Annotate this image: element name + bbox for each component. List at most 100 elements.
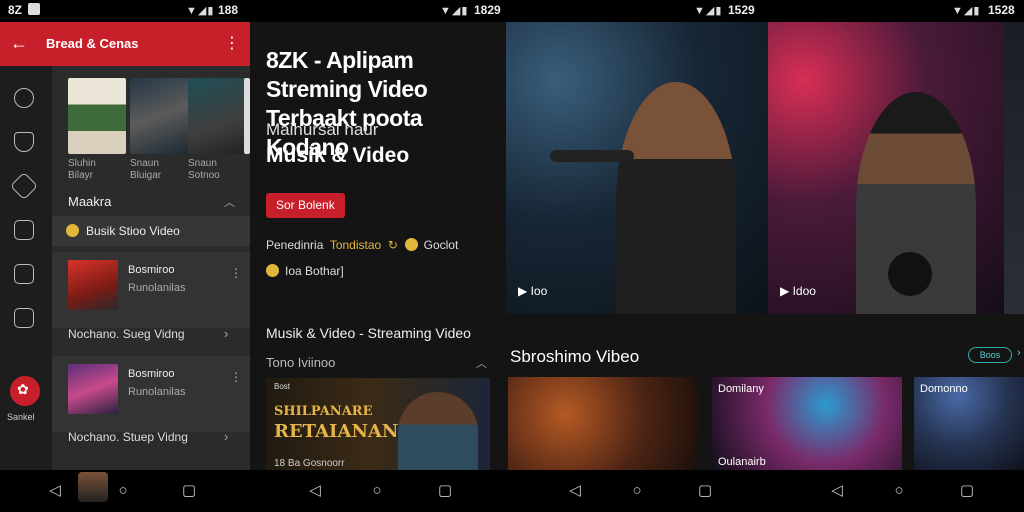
- rail-diamond-icon[interactable]: [9, 171, 39, 201]
- card-subtitle: Runolanilas: [128, 282, 186, 294]
- wifi-signal-battery-icon: ▼◢▮: [694, 5, 723, 17]
- rail-compass-icon[interactable]: [14, 88, 34, 108]
- card-art: [68, 260, 118, 310]
- wifi-signal-battery-icon: ▼◢▮: [952, 5, 981, 17]
- app-bar-title: Bread & Cenas: [46, 36, 139, 51]
- hero-subtitle: Maihursal haur: [266, 120, 379, 139]
- section-title: Maakra: [68, 194, 112, 209]
- nav-home-icon[interactable]: ○: [114, 482, 132, 500]
- microphone-image: [888, 252, 932, 296]
- nav-back-icon[interactable]: ◁: [566, 482, 584, 500]
- nav-rail: Sankel: [0, 66, 52, 470]
- section-subtitle: Tono Iviinoo: [266, 355, 336, 370]
- smile-icon: [266, 264, 279, 277]
- status-time-3: 1529: [728, 3, 755, 17]
- section-title: Sbroshimo Vibeo: [510, 347, 640, 366]
- card-subtitle: Runolanilas: [128, 386, 186, 398]
- singer-image: [616, 82, 736, 314]
- banner-person-image: [398, 392, 478, 470]
- nav-recents-icon[interactable]: ▢: [958, 482, 976, 500]
- badge-icon: [404, 238, 418, 251]
- wifi-signal-battery-icon: ▼◢▮: [186, 5, 215, 17]
- status-time-4: 1528: [988, 3, 1015, 17]
- thumbnail-row: Sluhin Bilayr Snaun Bluigar Snaun Sotnoo: [66, 78, 250, 181]
- more-vert-icon[interactable]: ⋮: [230, 370, 242, 384]
- highlight-row-label: Busik Stioo Video: [86, 224, 180, 238]
- banner-tag: Bost: [274, 382, 291, 391]
- nav-back-icon[interactable]: ◁: [306, 482, 324, 500]
- rail-shield-icon[interactable]: [14, 132, 34, 152]
- chevron-right-icon[interactable]: ›: [224, 429, 228, 444]
- feature-image-2[interactable]: ▶ Idoo: [768, 22, 1004, 314]
- tile-label: Domonno: [920, 383, 968, 395]
- feature-image-1[interactable]: ▶ Ioo: [506, 22, 768, 314]
- video-tile[interactable]: [508, 377, 698, 470]
- video-tile[interactable]: Domonno: [914, 377, 1024, 470]
- video-tile[interactable]: Domilany Oulanairb: [712, 377, 902, 470]
- cta-button[interactable]: Sor Bolenk: [266, 193, 345, 218]
- status-time-2: 1829: [474, 3, 501, 17]
- link-row[interactable]: Nochano. Sueg Vidng: [68, 327, 185, 341]
- rail-note-icon[interactable]: [14, 264, 34, 284]
- see-all-button[interactable]: Boos: [968, 347, 1012, 363]
- promo-banner[interactable]: Bost SHILPANARE RETAIANAN 18 Ba Gosnoorr: [266, 378, 490, 470]
- nav-home-icon[interactable]: ○: [890, 482, 908, 500]
- nav-back-icon[interactable]: ◁: [828, 482, 846, 500]
- thumbnail-1[interactable]: [68, 78, 126, 154]
- tile-sublabel: Oulanairb: [718, 456, 766, 468]
- chevron-up-icon[interactable]: ︿: [224, 194, 235, 210]
- screen-2: 8ZK - Aplipam Streming Video Terbaakt po…: [250, 22, 506, 470]
- status-left-text: 8Z: [8, 3, 23, 17]
- nav-home-icon[interactable]: ○: [368, 482, 386, 500]
- wifi-signal-battery-icon: ▼◢▮: [440, 5, 469, 17]
- chevron-right-icon[interactable]: ›: [1017, 347, 1021, 359]
- rail-columns-icon[interactable]: [14, 220, 34, 240]
- link-row[interactable]: Nochano. Stuep Vidng: [68, 430, 188, 444]
- notification-icon: [28, 3, 40, 15]
- nav-recents-icon[interactable]: ▢: [696, 482, 714, 500]
- card-art: [68, 364, 118, 414]
- meta-row-2: Ioa Bothar]: [266, 264, 344, 278]
- screen-1: ← Bread & Cenas ⋮ Sankel SluhinBilayr Sn…: [0, 22, 250, 470]
- chevron-up-icon[interactable]: ︿: [476, 355, 487, 371]
- rail-image-icon[interactable]: [14, 308, 34, 328]
- feature-label: ▶ Ioo: [518, 284, 548, 298]
- banner-headline: SHILPANARE RETAIANAN: [274, 404, 399, 442]
- thumbnail-caption: Sluhin Bilayr: [68, 158, 96, 181]
- meta-row: Penedinria Tondistao ↻ Goclot: [266, 238, 459, 252]
- section-title: Musik & Video - Streaming Video: [266, 325, 471, 341]
- status-time-1: 188: [218, 3, 239, 17]
- music-icon: [66, 224, 79, 237]
- avatar[interactable]: [78, 472, 108, 502]
- thumbnail-2[interactable]: [130, 78, 188, 154]
- nav-recents-icon[interactable]: ▢: [180, 482, 198, 500]
- nav-recents-icon[interactable]: ▢: [436, 482, 454, 500]
- more-vert-icon[interactable]: ⋮: [230, 266, 242, 280]
- media-card[interactable]: Bosmiroo Runolanilas ⋮: [52, 356, 250, 432]
- card-title: Bosmiroo: [128, 264, 175, 276]
- highlight-row[interactable]: Busik Stioo Video: [52, 216, 250, 246]
- chevron-right-icon[interactable]: ›: [224, 326, 228, 341]
- system-nav-bar: ◁ ○ ▢ ◁ ○ ▢ ◁ ○ ▢ ◁ ○ ▢: [0, 470, 1024, 512]
- screen-3: ▶ Ioo ▶ Idoo Sbroshimo Vibeo Boos › Domi…: [506, 22, 1024, 470]
- thumbnail-3[interactable]: [188, 78, 246, 154]
- refresh-icon: ↻: [384, 238, 402, 252]
- feature-image-3[interactable]: [1004, 22, 1024, 314]
- card-title: Bosmiroo: [128, 368, 175, 380]
- app-bar: ← Bread & Cenas ⋮: [0, 22, 250, 66]
- nav-home-icon[interactable]: ○: [628, 482, 646, 500]
- hero-category: Musik & Video: [266, 144, 410, 167]
- thumbnail-caption: Snaun Sotnoo: [188, 158, 220, 181]
- microphone-image: [550, 150, 634, 162]
- rail-fab-button[interactable]: [10, 376, 40, 406]
- rail-fab-label: Sankel: [7, 412, 35, 422]
- nav-back-icon[interactable]: ◁: [46, 482, 64, 500]
- media-card[interactable]: Bosmiroo Runolanilas ⋮: [52, 252, 250, 328]
- feature-label: ▶ Idoo: [780, 284, 816, 298]
- banner-footer: 18 Ba Gosnoorr: [274, 458, 345, 469]
- back-arrow-icon[interactable]: ←: [10, 33, 28, 54]
- thumbnail-caption: Snaun Bluigar: [130, 158, 162, 181]
- more-vert-icon[interactable]: ⋮: [224, 33, 240, 53]
- status-bar: 8Z ▼◢▮ 188 ▼◢▮ 1829 ▼◢▮ 1529 ▼◢▮ 1528: [0, 0, 1024, 22]
- tile-label: Domilany: [718, 383, 764, 395]
